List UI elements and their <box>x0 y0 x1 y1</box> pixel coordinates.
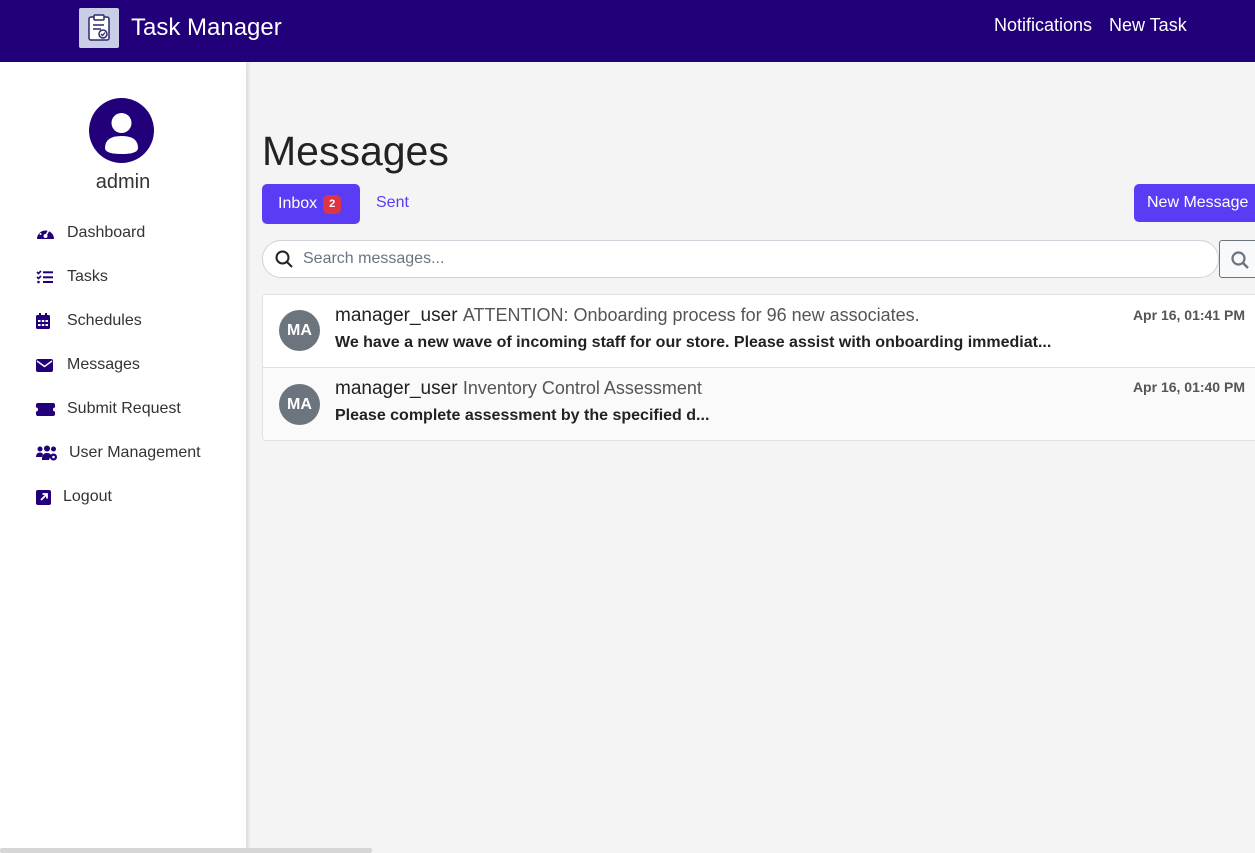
tab-sent[interactable]: Sent <box>376 194 409 212</box>
message-subject: Inventory Control Assessment <box>462 378 702 398</box>
sidebar-item-user-management[interactable]: User Management <box>36 441 201 465</box>
horizontal-scrollbar[interactable] <box>0 848 372 853</box>
message-sender: manager_user <box>335 378 458 399</box>
envelope-icon <box>36 356 56 374</box>
sidebar-item-messages[interactable]: Messages <box>36 353 140 377</box>
calendar-icon <box>36 312 56 330</box>
search-icon <box>275 250 293 273</box>
message-header: manager_user ATTENTION: Onboarding proce… <box>335 305 920 327</box>
message-date: Apr 16, 01:41 PM <box>1132 307 1245 323</box>
tab-inbox[interactable]: Inbox 2 <box>262 184 360 224</box>
search-input[interactable] <box>303 241 1203 277</box>
new-message-button[interactable]: New Message <box>1134 184 1255 222</box>
top-navbar: Task Manager Notifications New Task <box>0 0 1255 62</box>
brand-title[interactable]: Task Manager <box>131 14 282 42</box>
tab-inbox-label: Inbox <box>278 195 318 212</box>
sender-avatar: MA <box>279 310 320 351</box>
list-check-icon <box>36 268 56 286</box>
nav-notifications[interactable]: Notifications <box>994 15 1092 36</box>
message-header: manager_user Inventory Control Assessmen… <box>335 378 702 400</box>
message-date: Apr 16, 01:40 PM <box>1132 379 1245 395</box>
gauge-icon <box>36 224 56 242</box>
message-subject: ATTENTION: Onboarding process for 96 new… <box>462 305 920 325</box>
sidebar-username: admin <box>95 171 151 193</box>
sidebar-item-label: Submit Request <box>67 400 181 417</box>
sidebar-item-submit-request[interactable]: Submit Request <box>36 397 181 421</box>
message-row[interactable]: MA manager_user Inventory Control Assess… <box>263 368 1255 440</box>
search-icon <box>1231 251 1249 269</box>
message-sender: manager_user <box>335 305 458 326</box>
clipboard-check-icon[interactable] <box>79 8 119 48</box>
sender-avatar: MA <box>279 384 320 425</box>
sidebar-item-label: Messages <box>67 356 140 373</box>
sidebar-item-tasks[interactable]: Tasks <box>36 265 108 289</box>
sidebar-item-label: User Management <box>69 444 201 461</box>
sidebar: admin Dashboard Tasks Schedules Messages… <box>0 62 246 853</box>
sidebar-item-logout[interactable]: Logout <box>36 485 112 509</box>
message-preview: We have a new wave of incoming staff for… <box>335 334 1052 351</box>
search-box <box>262 240 1219 278</box>
user-avatar-icon <box>89 98 154 163</box>
nav-new-task[interactable]: New Task <box>1109 15 1187 36</box>
unread-count-badge: 2 <box>323 194 342 214</box>
sidebar-item-label: Schedules <box>67 312 142 329</box>
search-button[interactable] <box>1219 240 1255 278</box>
sidebar-item-schedules[interactable]: Schedules <box>36 309 142 333</box>
users-gear-icon <box>36 444 58 462</box>
sidebar-item-label: Logout <box>63 488 112 505</box>
external-link-icon <box>36 488 52 506</box>
message-list: MA manager_user ATTENTION: Onboarding pr… <box>262 294 1255 441</box>
ticket-icon <box>36 400 56 418</box>
sidebar-item-dashboard[interactable]: Dashboard <box>36 221 145 245</box>
sidebar-item-label: Tasks <box>67 268 108 285</box>
page-title: Messages <box>262 128 449 174</box>
sidebar-item-label: Dashboard <box>67 224 146 241</box>
message-preview: Please complete assessment by the specif… <box>335 407 710 424</box>
message-row[interactable]: MA manager_user ATTENTION: Onboarding pr… <box>263 295 1255 368</box>
